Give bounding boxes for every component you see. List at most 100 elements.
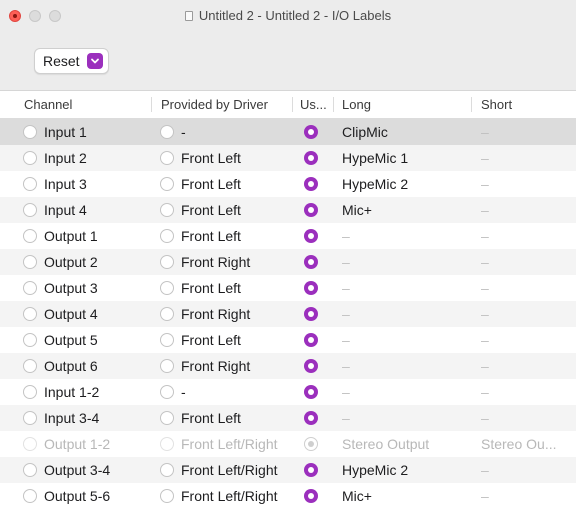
short-label-cell[interactable]: – (481, 462, 489, 478)
column-separator[interactable] (292, 97, 293, 112)
reset-popup-button[interactable]: Reset (34, 48, 109, 74)
provided-radio[interactable] (160, 307, 174, 321)
channel-radio[interactable] (23, 333, 37, 347)
table-row[interactable]: Output 1 Front Left – – (0, 223, 576, 249)
channel-radio[interactable] (23, 151, 37, 165)
long-label-cell[interactable]: – (342, 410, 350, 426)
provided-radio[interactable] (160, 151, 174, 165)
short-label-cell[interactable]: – (481, 384, 489, 400)
used-radio[interactable] (304, 177, 318, 191)
used-radio[interactable] (304, 385, 318, 399)
long-label-cell[interactable]: HypeMic 1 (342, 150, 408, 166)
provided-radio[interactable] (160, 333, 174, 347)
used-radio[interactable] (304, 333, 318, 347)
provided-radio[interactable] (160, 255, 174, 269)
channel-radio[interactable] (23, 437, 37, 451)
long-label-cell[interactable]: – (342, 332, 350, 348)
long-label-cell[interactable]: – (342, 228, 350, 244)
table-row[interactable]: Output 4 Front Right – – (0, 301, 576, 327)
short-label-cell[interactable]: – (481, 332, 489, 348)
short-label-cell[interactable]: – (481, 202, 489, 218)
short-label-cell[interactable]: – (481, 280, 489, 296)
table-row[interactable]: Input 3-4 Front Left – – (0, 405, 576, 431)
used-radio[interactable] (304, 411, 318, 425)
used-radio[interactable] (304, 125, 318, 139)
channel-radio[interactable] (23, 255, 37, 269)
long-label-cell[interactable]: HypeMic 2 (342, 462, 408, 478)
long-label-cell[interactable]: Mic+ (342, 202, 372, 218)
short-label-cell[interactable]: – (481, 176, 489, 192)
used-radio[interactable] (304, 203, 318, 217)
long-label-cell[interactable]: – (342, 254, 350, 270)
table-row[interactable]: Output 3-4 Front Left/Right HypeMic 2 – (0, 457, 576, 483)
column-separator[interactable] (471, 97, 472, 112)
short-label-cell[interactable]: – (481, 306, 489, 322)
channel-radio[interactable] (23, 203, 37, 217)
provided-radio[interactable] (160, 177, 174, 191)
long-label-cell[interactable]: – (342, 384, 350, 400)
used-radio[interactable] (304, 281, 318, 295)
provided-radio[interactable] (160, 437, 174, 451)
table-row[interactable]: Input 1-2 - – – (0, 379, 576, 405)
column-separator[interactable] (333, 97, 334, 112)
short-label-cell[interactable]: – (481, 410, 489, 426)
short-label-cell[interactable]: – (481, 358, 489, 374)
used-radio[interactable] (304, 229, 318, 243)
table-row[interactable]: Output 1-2 Front Left/Right Stereo Output S… (0, 431, 576, 457)
used-radio[interactable] (304, 151, 318, 165)
channel-radio[interactable] (23, 385, 37, 399)
long-label-cell[interactable]: – (342, 280, 350, 296)
long-label-cell[interactable]: Stereo Output (342, 436, 429, 452)
short-label-cell[interactable]: – (481, 150, 489, 166)
short-label-cell[interactable]: – (481, 228, 489, 244)
table-row[interactable]: Output 5-6 Front Left/Right Mic+ – (0, 483, 576, 509)
channel-radio[interactable] (23, 463, 37, 477)
long-label-cell[interactable]: – (342, 306, 350, 322)
table-row[interactable]: Input 4 Front Left Mic+ – (0, 197, 576, 223)
used-radio[interactable] (304, 489, 318, 503)
channel-radio[interactable] (23, 411, 37, 425)
provided-radio[interactable] (160, 125, 174, 139)
used-radio[interactable] (304, 463, 318, 477)
column-header-provided-by-driver[interactable]: Provided by Driver (161, 97, 268, 112)
column-header-used[interactable]: Us... (300, 97, 327, 112)
used-radio[interactable] (304, 255, 318, 269)
provided-radio[interactable] (160, 411, 174, 425)
table-row[interactable]: Input 3 Front Left HypeMic 2 – (0, 171, 576, 197)
provided-radio[interactable] (160, 203, 174, 217)
column-separator[interactable] (151, 97, 152, 112)
channel-radio[interactable] (23, 307, 37, 321)
long-label-cell[interactable]: ClipMic (342, 124, 388, 140)
used-radio[interactable] (304, 437, 318, 451)
provided-radio[interactable] (160, 229, 174, 243)
provided-radio[interactable] (160, 281, 174, 295)
used-radio[interactable] (304, 359, 318, 373)
long-label-cell[interactable]: Mic+ (342, 488, 372, 504)
provided-radio[interactable] (160, 359, 174, 373)
table-row[interactable]: Output 6 Front Right – – (0, 353, 576, 379)
table-row[interactable]: Output 3 Front Left – – (0, 275, 576, 301)
table-row[interactable]: Output 2 Front Right – – (0, 249, 576, 275)
channel-radio[interactable] (23, 125, 37, 139)
channel-radio[interactable] (23, 281, 37, 295)
channel-radio[interactable] (23, 229, 37, 243)
short-label-cell[interactable]: Stereo Ou... (481, 436, 556, 452)
channel-radio[interactable] (23, 177, 37, 191)
column-header-channel[interactable]: Channel (24, 97, 72, 112)
long-label-cell[interactable]: HypeMic 2 (342, 176, 408, 192)
provided-radio[interactable] (160, 385, 174, 399)
short-label-cell[interactable]: – (481, 254, 489, 270)
short-label-cell[interactable]: – (481, 488, 489, 504)
provided-radio[interactable] (160, 489, 174, 503)
table-row[interactable]: Input 1 - ClipMic – (0, 119, 576, 145)
column-header-short[interactable]: Short (481, 97, 512, 112)
used-radio[interactable] (304, 307, 318, 321)
channel-radio[interactable] (23, 359, 37, 373)
long-label-cell[interactable]: – (342, 358, 350, 374)
provided-radio[interactable] (160, 463, 174, 477)
table-row[interactable]: Output 5 Front Left – – (0, 327, 576, 353)
column-header-long[interactable]: Long (342, 97, 371, 112)
short-label-cell[interactable]: – (481, 124, 489, 140)
channel-radio[interactable] (23, 489, 37, 503)
table-row[interactable]: Input 2 Front Left HypeMic 1 – (0, 145, 576, 171)
